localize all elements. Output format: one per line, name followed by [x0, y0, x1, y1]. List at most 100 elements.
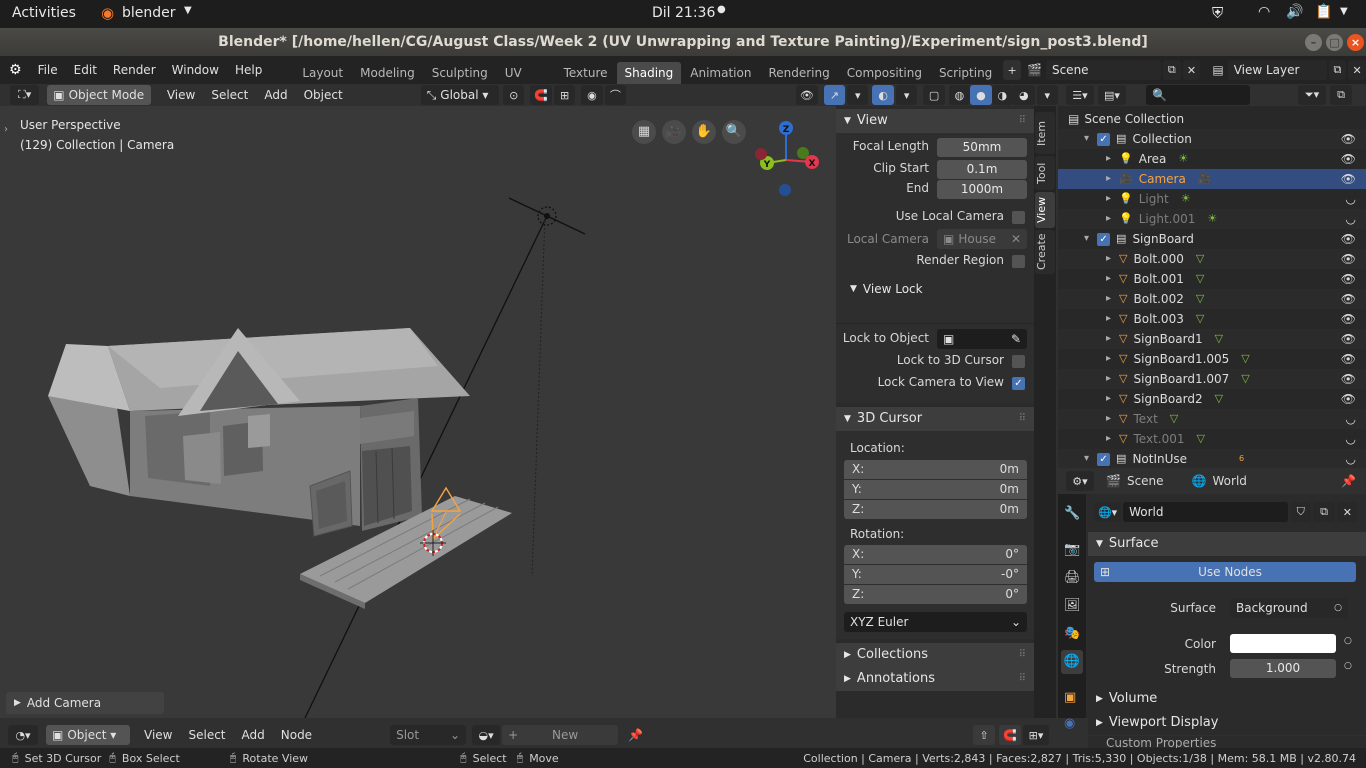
- scene-selector[interactable]: Scene: [1045, 60, 1161, 80]
- transform-orientation-dropdown[interactable]: ⤡ Global ▾: [420, 85, 499, 105]
- lock-to-object-field[interactable]: ▣ ✎: [937, 329, 1027, 349]
- expand-icon[interactable]: ▸: [1106, 369, 1111, 389]
- collections-panel-header[interactable]: ▶ Collections ⠿: [836, 643, 1034, 667]
- outliner-row[interactable]: ▸ ▽ Bolt.002 ▽ 👁: [1058, 289, 1366, 309]
- pin-icon[interactable]: 📌: [628, 728, 643, 742]
- snap-target-icon[interactable]: ⊞: [553, 85, 576, 105]
- view-layer-props-icon[interactable]: 🖼: [1064, 598, 1081, 613]
- wireframe-shading-icon[interactable]: ◍: [948, 85, 971, 105]
- camera-view-icon[interactable]: 🎥: [662, 120, 686, 144]
- 3d-viewport[interactable]: › User Perspective (129) Collection | Ca…: [0, 106, 836, 718]
- strength-field[interactable]: 1.000: [1230, 659, 1336, 678]
- color-swatch[interactable]: [1230, 634, 1336, 653]
- material-browse-icon[interactable]: ◒▾: [472, 725, 501, 745]
- exclude-checkbox[interactable]: ✓: [1097, 232, 1111, 246]
- cursor-rotation-x[interactable]: X: 0°: [844, 545, 1027, 564]
- gizmo-toggle-icon[interactable]: ↗: [823, 85, 846, 105]
- outliner-row[interactable]: ▸ ▽ Bolt.003 ▽ 👁: [1058, 309, 1366, 329]
- mesh-data-icon[interactable]: ▽: [1197, 429, 1205, 449]
- solid-shading-icon[interactable]: ●: [970, 85, 992, 105]
- color-socket-icon[interactable]: ○: [1344, 636, 1352, 646]
- world-name-field[interactable]: World: [1123, 502, 1289, 522]
- drag-handle-icon[interactable]: ⠿: [1019, 643, 1026, 667]
- collapse-icon[interactable]: ▾: [1084, 129, 1089, 149]
- menu-render[interactable]: Render: [105, 63, 164, 77]
- new-material-button[interactable]: + New: [502, 725, 619, 745]
- snap-icon[interactable]: 🧲: [999, 725, 1022, 745]
- wifi-icon[interactable]: ◠: [1258, 4, 1270, 20]
- proportional-edit-icon[interactable]: ◉: [581, 85, 603, 105]
- mesh-data-icon[interactable]: ▽: [1241, 369, 1249, 389]
- mesh-data-icon[interactable]: ▽: [1170, 409, 1178, 429]
- pan-hand-icon[interactable]: ✋: [692, 120, 716, 144]
- eye-icon[interactable]: 👁: [1341, 289, 1356, 309]
- outliner-row[interactable]: ▸ 💡 Light.001 ☀ ◡: [1058, 209, 1366, 229]
- close-button[interactable]: ×: [1347, 34, 1364, 51]
- editor-type-icon[interactable]: ☰▾: [1066, 85, 1094, 105]
- object-props-icon[interactable]: ▣: [1064, 690, 1076, 705]
- light-data-icon[interactable]: ☀: [1181, 189, 1191, 209]
- gizmo-menu-icon[interactable]: ▾: [847, 85, 869, 105]
- render-region-checkbox[interactable]: [1012, 255, 1025, 268]
- expand-icon[interactable]: ▸: [1106, 429, 1111, 449]
- mesh-data-icon[interactable]: ▽: [1196, 269, 1204, 289]
- maximize-button[interactable]: □: [1326, 34, 1343, 51]
- tab-animation[interactable]: Animation: [682, 62, 759, 84]
- outliner-row[interactable]: ▾ ✓ ▤ Collection 👁: [1058, 129, 1366, 149]
- overlay-menu-icon[interactable]: ▾: [895, 85, 918, 105]
- outliner-row[interactable]: ▸ ▽ SignBoard1 ▽ 👁: [1058, 329, 1366, 349]
- view-lock-header[interactable]: ▼ View Lock: [850, 279, 923, 299]
- view-panel-header[interactable]: ▼ View ⠿: [836, 109, 1034, 133]
- expand-icon[interactable]: ▸: [1106, 149, 1111, 169]
- menu-help[interactable]: Help: [227, 63, 270, 77]
- node-menu-select[interactable]: Select: [180, 728, 233, 742]
- exclude-checkbox[interactable]: ✓: [1097, 452, 1111, 466]
- object-mode-dropdown[interactable]: ▣Object Mode ▾: [47, 85, 151, 122]
- tab-tool[interactable]: Tool: [1035, 156, 1055, 190]
- system-menu-chevron-icon[interactable]: ▼: [1340, 6, 1348, 17]
- mesh-data-icon[interactable]: ▽: [1196, 309, 1204, 329]
- menu-window[interactable]: Window: [164, 63, 227, 77]
- material-shading-icon[interactable]: ◑: [991, 85, 1014, 105]
- outliner-row[interactable]: ▸ ▽ Text ▽ ◡: [1058, 409, 1366, 429]
- node-menu-add[interactable]: Add: [234, 728, 273, 742]
- fake-user-icon[interactable]: ⛉: [1290, 502, 1312, 522]
- outliner-root[interactable]: ▤ Scene Collection: [1058, 109, 1366, 129]
- rendered-shading-icon[interactable]: ◕: [1013, 85, 1035, 105]
- cursor-location-z[interactable]: Z: 0m: [844, 500, 1027, 519]
- 3d-cursor-panel-header[interactable]: ▼ 3D Cursor ⠿: [836, 407, 1034, 431]
- rotation-mode-dropdown[interactable]: XYZ Euler ⌄: [844, 612, 1027, 632]
- tab-rendering[interactable]: Rendering: [760, 62, 837, 84]
- menu-edit[interactable]: Edit: [66, 63, 105, 77]
- clipboard-icon[interactable]: 📋: [1315, 4, 1332, 20]
- world-props-icon[interactable]: 🌐: [1061, 650, 1083, 674]
- lock-to-3d-cursor-checkbox[interactable]: [1012, 355, 1025, 368]
- editor-type-icon[interactable]: ⛶▾: [10, 85, 40, 105]
- drag-handle-icon[interactable]: ⠿: [1019, 407, 1026, 431]
- outliner-row[interactable]: ▸ ▽ SignBoard1.005 ▽ 👁: [1058, 349, 1366, 369]
- tab-create[interactable]: Create: [1035, 230, 1055, 274]
- world-browse-icon[interactable]: 🌐▾: [1094, 502, 1122, 522]
- eye-closed-icon[interactable]: ◡: [1346, 409, 1356, 429]
- outliner-row[interactable]: ▸ ▽ Bolt.001 ▽ 👁: [1058, 269, 1366, 289]
- tab-layout[interactable]: Layout: [294, 62, 351, 84]
- node-menu-node[interactable]: Node: [273, 728, 320, 742]
- eye-closed-icon[interactable]: ◡: [1346, 429, 1356, 449]
- tab-compositing[interactable]: Compositing: [839, 62, 930, 84]
- focal-length-field[interactable]: 50mm: [937, 138, 1027, 157]
- outliner-row[interactable]: ▸ ▽ SignBoard1.007 ▽ 👁: [1058, 369, 1366, 389]
- eye-icon[interactable]: 👁: [1341, 369, 1356, 389]
- volume-icon[interactable]: 🔊: [1286, 4, 1303, 20]
- view-layer-selector[interactable]: View Layer: [1227, 60, 1327, 80]
- tab-sculpting[interactable]: Sculpting: [424, 62, 496, 84]
- eye-icon[interactable]: 👁: [1341, 149, 1356, 169]
- annotations-panel-header[interactable]: ▶ Annotations ⠿: [836, 667, 1034, 691]
- lock-camera-to-view-checkbox[interactable]: ✓: [1012, 377, 1025, 390]
- filter-icon[interactable]: ⏷▾: [1298, 85, 1326, 105]
- outliner-row[interactable]: ▾ ✓ ▤ NotInUse 6 ◡: [1058, 449, 1366, 469]
- expand-icon[interactable]: ▸: [1106, 309, 1111, 329]
- use-local-camera-checkbox[interactable]: [1012, 211, 1025, 224]
- visibility-icon[interactable]: 👁: [796, 85, 818, 105]
- editor-type-icon[interactable]: ⚙▾: [1066, 471, 1094, 491]
- menu-file[interactable]: File: [30, 63, 66, 77]
